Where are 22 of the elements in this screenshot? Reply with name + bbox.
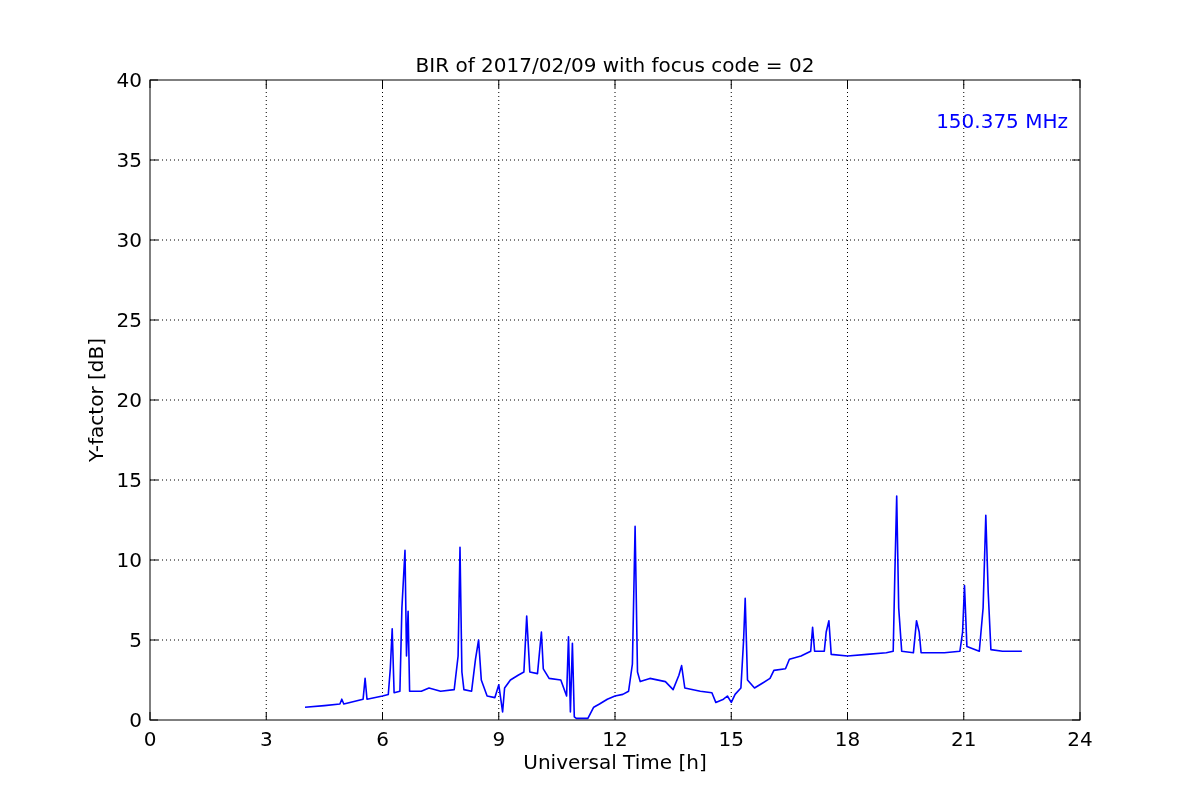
x-tick-label: 0 (143, 727, 157, 751)
x-axis-label: Universal Time [h] (523, 750, 707, 774)
series-label: 150.375 MHz (936, 109, 1068, 133)
x-tick-label: 24 (1067, 727, 1093, 751)
chart-title: BIR of 2017/02/09 with focus code = 02 (415, 53, 815, 77)
y-tick-label: 30 (116, 228, 142, 252)
y-tick-label: 35 (116, 148, 142, 172)
x-tick-label: 15 (718, 727, 744, 751)
x-tick-label: 18 (834, 727, 861, 751)
x-tick-label: 9 (492, 727, 506, 751)
y-tick-label: 15 (116, 468, 142, 492)
y-tick-label: 10 (116, 548, 142, 572)
y-tick-label: 40 (116, 68, 142, 92)
x-tick-label: 3 (259, 727, 273, 751)
y-tick-label: 20 (116, 388, 142, 412)
y-tick-label: 0 (129, 708, 142, 732)
y-axis-label: Y-factor [dB] (84, 338, 108, 462)
x-tick-label: 21 (951, 727, 977, 751)
y-tick-label: 25 (116, 308, 142, 332)
x-tick-label: 6 (376, 727, 389, 751)
x-tick-label: 12 (602, 727, 628, 751)
y-tick-label: 5 (129, 628, 142, 652)
